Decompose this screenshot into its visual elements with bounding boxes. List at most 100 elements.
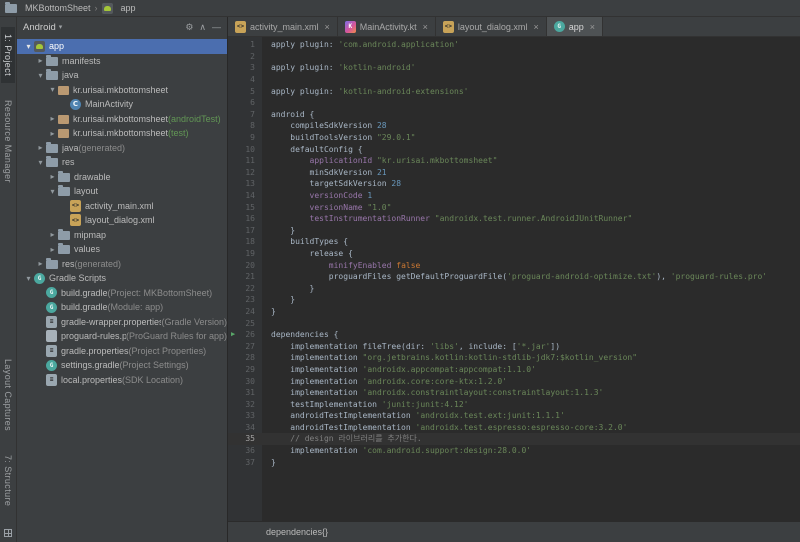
close-icon[interactable]: × — [325, 22, 330, 32]
editor-tab-layout-dialog-xml[interactable]: <> layout_dialog.xml × — [436, 17, 547, 36]
tree-item-proguard-rules-pro-proguard-rules-for-app[interactable]: proguard-rules.pro (ProGuard Rules for a… — [17, 329, 227, 344]
settings-gear-icon[interactable]: ⚙ — [185, 22, 193, 33]
gradle-file-icon: G — [46, 287, 57, 299]
line-number: 30 — [245, 376, 255, 386]
code-token: implementation — [271, 388, 363, 398]
toolwindow-switcher-icon[interactable] — [4, 529, 12, 537]
line-number: 32 — [245, 399, 255, 409]
editor-tab-app[interactable]: Gapp × — [546, 17, 603, 36]
code-line-text: minifyEnabled false — [262, 260, 421, 270]
tree-item-app[interactable]: ▾ app — [17, 39, 227, 54]
breadcrumb-scope[interactable]: dependencies{} — [266, 527, 328, 537]
line-number: 21 — [245, 272, 255, 282]
tool-strip-button-layout-captures[interactable]: Layout Captures — [1, 352, 15, 438]
tree-item-build-gradle-project-mkbottomsheet[interactable]: Gbuild.gradle (Project: MKBottomSheet) — [17, 286, 227, 301]
chevron-down-icon[interactable]: ▾ — [47, 85, 58, 94]
code-line: 3 apply plugin: 'kotlin-android' — [228, 62, 800, 74]
code-line-text: release { — [262, 249, 353, 258]
chevron-down-icon[interactable]: ▾ — [23, 274, 34, 283]
line-number: 25 — [245, 318, 255, 328]
tree-item-local-properties-sdk-location[interactable]: ≡ local.properties (SDK Location) — [17, 373, 227, 388]
hide-panel-icon[interactable]: — — [212, 22, 221, 33]
line-number: 18 — [245, 237, 255, 247]
tree-item-suffix: (ProGuard Rules for app) — [125, 331, 227, 342]
project-view-label: Android — [23, 21, 56, 33]
code-token: minifyEnabled — [328, 260, 392, 270]
tree-item-label: java — [62, 142, 79, 153]
run-gutter-icon[interactable]: ▶ — [231, 330, 235, 338]
close-icon[interactable]: × — [533, 22, 538, 32]
android-module-icon — [34, 40, 45, 52]
line-number: 37 — [245, 457, 255, 467]
breadcrumb-project[interactable]: MKBottomSheet — [25, 3, 91, 13]
code-token: targetSdkVersion — [271, 179, 392, 189]
code-line-text: androidTestImplementation 'androidx.test… — [262, 423, 627, 432]
chevron-right-icon[interactable]: ▸ — [35, 143, 46, 152]
code-token: release { — [271, 248, 353, 258]
tree-item-build-gradle-module-app[interactable]: Gbuild.gradle (Module: app) — [17, 300, 227, 315]
gradle-file-icon: G — [553, 21, 565, 32]
line-number: 6 — [250, 98, 255, 108]
breadcrumb-module[interactable]: app — [121, 3, 136, 13]
chevron-right-icon[interactable]: ▸ — [35, 56, 46, 65]
chevron-right-icon[interactable]: ▸ — [47, 129, 58, 138]
close-icon[interactable]: × — [423, 22, 428, 32]
tree-item-suffix: (test) — [168, 128, 189, 139]
tree-item-gradle-scripts[interactable]: ▾ G Gradle Scripts — [17, 271, 227, 286]
tree-item-gradle-wrapper-properties-gradle-version[interactable]: ≡ gradle-wrapper.properties (Gradle Versi… — [17, 315, 227, 330]
tool-strip-bottom: Layout Captures 7: Structure — [1, 352, 15, 523]
tree-item-drawable[interactable]: ▸ drawable — [17, 170, 227, 185]
close-icon[interactable]: × — [590, 22, 595, 32]
chevron-right-icon[interactable]: ▸ — [47, 245, 58, 254]
gradle-file-icon: G — [46, 301, 57, 313]
chevron-down-icon[interactable]: ▾ — [23, 42, 34, 51]
code-editor[interactable]: 1 apply plugin: 'com.android.application'… — [228, 37, 800, 521]
tree-item-res-generated[interactable]: ▸ res (generated) — [17, 257, 227, 272]
project-view-selector[interactable]: Android ▾ — [23, 22, 62, 33]
code-line: 5 apply plugin: 'kotlin-android-extension… — [228, 85, 800, 97]
editor-tab-activity-main-xml[interactable]: <> activity_main.xml × — [228, 17, 338, 36]
tree-item-label: res — [62, 157, 75, 168]
tree-item-mipmap[interactable]: ▸ mipmap — [17, 228, 227, 243]
code-token: 'com.android.application' — [338, 40, 459, 50]
tree-item-layout-dialog-xml[interactable]: <> layout_dialog.xml — [17, 213, 227, 228]
code-token: , include: [ — [458, 341, 517, 351]
tree-item-kr-urisai-mkbottomsheet-test[interactable]: ▸ kr.urisai.mkbottomsheet (test) — [17, 126, 227, 141]
tree-item-res[interactable]: ▾ res — [17, 155, 227, 170]
main-area: 1: Project Resource Manager Layout Captur… — [0, 17, 800, 542]
tree-item-values[interactable]: ▸ values — [17, 242, 227, 257]
collapse-all-icon[interactable]: ∧ — [199, 22, 206, 33]
chevron-right-icon[interactable]: ▸ — [47, 230, 58, 239]
chevron-down-icon[interactable]: ▾ — [35, 71, 46, 80]
code-line: 15 versionName "1.0" — [228, 201, 800, 213]
code-token: 1 — [367, 191, 373, 201]
editor-tab-mainactivity-kt[interactable]: K MainActivity.kt × — [338, 17, 436, 36]
tree-item-settings-gradle-project-settings[interactable]: Gsettings.gradle (Project Settings) — [17, 358, 227, 373]
tree-item-activity-main-xml[interactable]: <> activity_main.xml — [17, 199, 227, 214]
tree-item-manifests[interactable]: ▸ manifests — [17, 54, 227, 69]
tree-item-java[interactable]: ▾ java — [17, 68, 227, 83]
tree-item-layout[interactable]: ▾ layout — [17, 184, 227, 199]
tree-item-mainactivity[interactable]: C MainActivity — [17, 97, 227, 112]
tool-strip-button-7-structure[interactable]: 7: Structure — [1, 448, 15, 513]
tree-item-suffix: (Gradle Version) — [161, 316, 227, 327]
code-line: 29 implementation 'androidx.appcompat:ap… — [228, 364, 800, 376]
tree-item-kr-urisai-mkbottomsheet[interactable]: ▾ kr.urisai.mkbottomsheet — [17, 83, 227, 98]
line-number: 28 — [245, 353, 255, 363]
tool-strip-button-1-project[interactable]: 1: Project — [1, 27, 15, 84]
tool-strip-button-resource-manager[interactable]: Resource Manager — [1, 93, 15, 190]
chevron-right-icon[interactable]: ▸ — [47, 114, 58, 123]
tree-item-kr-urisai-mkbottomsheet-androidtest[interactable]: ▸ kr.urisai.mkbottomsheet (androidTest) — [17, 112, 227, 127]
chevron-right-icon[interactable]: ▸ — [35, 259, 46, 268]
code-token: testImplementation — [271, 399, 382, 409]
chevron-down-icon[interactable]: ▾ — [47, 187, 58, 196]
chevron-right-icon[interactable]: ▸ — [47, 172, 58, 181]
code-token: implementation — [271, 364, 363, 374]
tree-item-java-generated[interactable]: ▸ java (generated) — [17, 141, 227, 156]
tree-item-gradle-properties-project-properties[interactable]: ≡ gradle.properties (Project Properties) — [17, 344, 227, 359]
code-line: 26 ▶ dependencies { — [228, 329, 800, 341]
chevron-down-icon[interactable]: ▾ — [35, 158, 46, 167]
code-token: 28 — [391, 179, 402, 189]
line-number: 31 — [245, 388, 255, 398]
